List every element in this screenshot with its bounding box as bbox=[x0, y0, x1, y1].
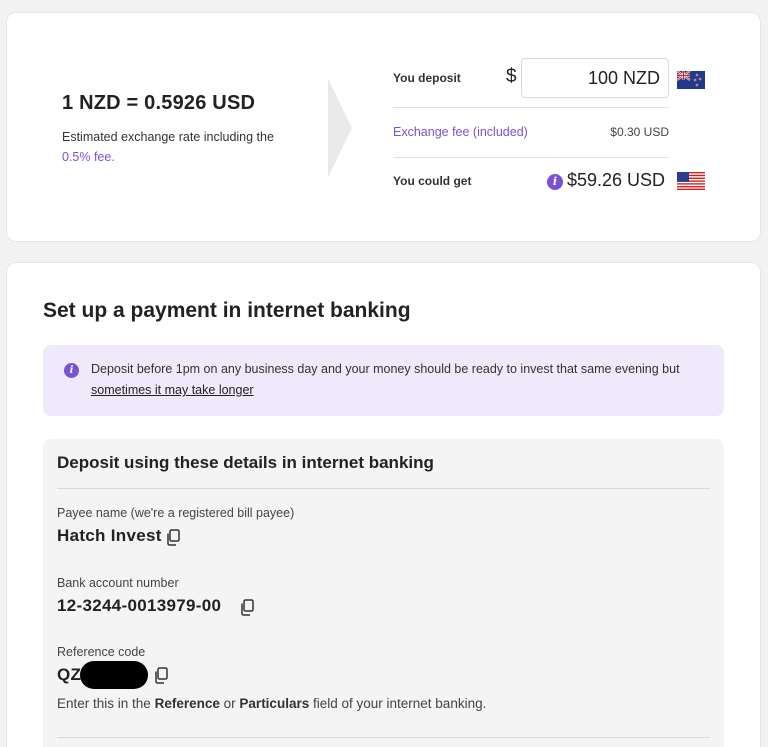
exchange-rate-subtitle: Estimated exchange rate including the 0.… bbox=[62, 127, 302, 167]
copy-icon[interactable] bbox=[165, 529, 181, 546]
converter-divider bbox=[393, 107, 669, 108]
fee-link[interactable]: 0.5% fee. bbox=[62, 150, 115, 164]
reference-label: Reference code bbox=[57, 645, 146, 659]
info-icon[interactable]: i bbox=[547, 174, 563, 190]
exchange-rate-subtitle-text: Estimated exchange rate including the bbox=[62, 130, 274, 144]
deposit-amount-input[interactable] bbox=[521, 58, 669, 98]
details-title: Deposit using these details in internet … bbox=[57, 453, 434, 472]
deposit-label: You deposit bbox=[393, 71, 461, 85]
notice-text-block: Deposit before 1pm on any business day a… bbox=[91, 359, 711, 401]
nz-flag-icon bbox=[677, 71, 705, 89]
help-suffix: field of your internet banking. bbox=[312, 696, 487, 711]
us-flag-icon bbox=[677, 172, 705, 190]
converter-divider bbox=[393, 157, 669, 158]
exchange-fee-link[interactable]: Exchange fee (included) bbox=[393, 125, 528, 139]
payment-card: Set up a payment in internet banking i D… bbox=[6, 262, 761, 747]
page-title: Set up a payment in internet banking bbox=[43, 299, 411, 322]
help-reference: Reference bbox=[154, 696, 220, 711]
currency-symbol: $ bbox=[506, 66, 517, 87]
help-particulars: Particulars bbox=[239, 696, 310, 711]
help-or: or bbox=[223, 696, 236, 711]
redacted-block bbox=[80, 661, 148, 689]
account-label: Bank account number bbox=[57, 576, 179, 590]
exchange-rate-title: 1 NZD = 0.5926 USD bbox=[62, 92, 256, 114]
deposit-notice: i Deposit before 1pm on any business day… bbox=[43, 345, 724, 416]
you-could-get-label: You could get bbox=[393, 174, 472, 188]
payee-label: Payee name (we're a registered bill paye… bbox=[57, 506, 295, 520]
details-divider bbox=[57, 488, 710, 489]
details-divider bbox=[57, 737, 710, 738]
exchange-fee-value: $0.30 USD bbox=[610, 125, 669, 139]
reference-help-text: Enter this in the Reference or Particula… bbox=[57, 696, 486, 711]
exchange-card: 1 NZD = 0.5926 USD Estimated exchange ra… bbox=[6, 12, 761, 242]
deposit-row: You deposit $ bbox=[393, 58, 713, 100]
info-icon: i bbox=[64, 363, 79, 378]
copy-icon[interactable] bbox=[153, 667, 169, 684]
bank-details-panel: Deposit using these details in internet … bbox=[43, 439, 724, 747]
copy-icon[interactable] bbox=[239, 599, 255, 616]
notice-link[interactable]: sometimes it may take longer bbox=[91, 383, 254, 397]
account-value: 12-3244-0013979-00 bbox=[57, 596, 222, 615]
you-could-get-value: $59.26 USD bbox=[567, 170, 666, 190]
payee-value: Hatch Invest bbox=[57, 526, 162, 545]
reference-value: QZ bbox=[57, 665, 82, 684]
help-prefix: Enter this in the bbox=[57, 696, 151, 711]
chevron-right-icon bbox=[328, 79, 352, 177]
notice-text: Deposit before 1pm on any business day a… bbox=[91, 362, 680, 376]
